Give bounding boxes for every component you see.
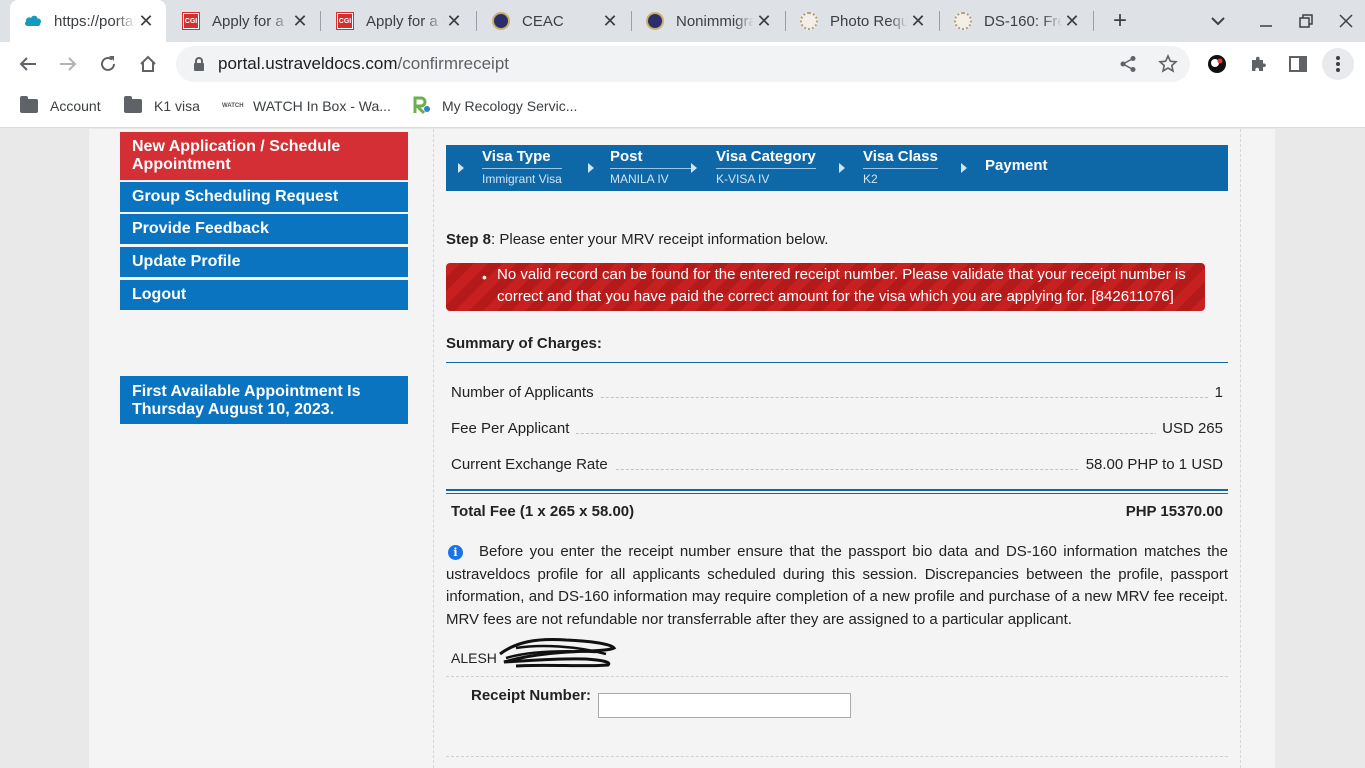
restore-icon[interactable]	[1292, 7, 1320, 35]
step-arrow-icon	[458, 163, 464, 173]
tab-apply-1[interactable]: CGI Apply for a U.S. Visa ✕	[170, 0, 320, 42]
back-icon[interactable]	[14, 50, 42, 78]
bookmark-star-icon[interactable]	[1154, 50, 1182, 78]
tab-separator	[476, 11, 477, 31]
sidebar: New Application / Schedule Appointment G…	[120, 132, 408, 426]
reload-icon[interactable]	[94, 50, 122, 78]
close-tab-icon[interactable]: ✕	[754, 11, 774, 31]
home-icon[interactable]	[134, 50, 162, 78]
section-divider	[446, 756, 1228, 757]
applicant-name: ALESH	[451, 650, 497, 666]
bookmark-k1-visa[interactable]: K1 visa	[124, 96, 200, 116]
lock-icon	[194, 57, 204, 71]
tab-separator	[631, 11, 632, 31]
bookmark-watch-inbox[interactable]: WATCH WATCH In Box - Wa...	[222, 96, 391, 116]
folder-icon	[124, 96, 142, 113]
info-notice: Before you enter the receipt number ensu…	[446, 543, 1228, 628]
tab-ceac[interactable]: CEAC ✕	[480, 0, 630, 42]
summary-divider	[446, 362, 1228, 363]
close-tab-icon[interactable]: ✕	[1062, 11, 1082, 31]
tab-photo[interactable]: Photo Requirements ✕	[788, 0, 938, 42]
state-seal-icon	[646, 12, 664, 30]
menu-kebab-icon[interactable]	[1322, 48, 1354, 80]
close-tab-icon[interactable]: ✕	[444, 11, 464, 31]
minimize-icon[interactable]	[1252, 7, 1280, 35]
summary-row-applicants: Number of Applicants 1	[451, 384, 1223, 401]
photo-icon	[800, 12, 818, 30]
summary-row-exchange: Current Exchange Rate 58.00 PHP to 1 USD	[451, 456, 1223, 473]
sidebar-item-group-scheduling[interactable]: Group Scheduling Request	[120, 182, 408, 212]
bookmarks-bar: Account K1 visa WATCH WATCH In Box - Wa.…	[0, 86, 1365, 128]
forward-icon[interactable]	[54, 50, 82, 78]
receipt-number-label: Receipt Number:	[471, 687, 592, 704]
main-content	[433, 129, 1241, 768]
watch-icon: WATCH	[222, 103, 244, 109]
folder-icon	[20, 96, 38, 113]
bookmark-recology[interactable]: My Recology Servic...	[412, 96, 577, 116]
share-icon[interactable]	[1114, 50, 1142, 78]
extensions-icon[interactable]	[1244, 50, 1272, 78]
tab-strip: https://portal.ustraveldocs.com ✕ CGI Ap…	[0, 0, 1365, 42]
cgi-icon: CGI	[182, 12, 200, 30]
tab-portal[interactable]: https://portal.ustraveldocs.com ✕	[10, 0, 166, 42]
appointment-notice: First Available Appointment Is Thursday …	[120, 376, 408, 424]
close-tab-icon[interactable]: ✕	[136, 11, 156, 31]
tab-nonimmigrant[interactable]: Nonimmigrant Visa ✕	[634, 0, 784, 42]
step-arrow-icon	[839, 163, 845, 173]
step-instruction: Step 8: Please enter your MRV receipt in…	[446, 231, 829, 248]
address-bar[interactable]: portal.ustraveldocs.com/confirmreceipt	[176, 46, 1190, 82]
error-alert: • No valid record can be found for the e…	[446, 263, 1205, 311]
total-divider	[446, 493, 1228, 494]
url-text: portal.ustraveldocs.com/confirmreceipt	[218, 54, 510, 73]
sidebar-item-new-application[interactable]: New Application / Schedule Appointment	[120, 132, 408, 180]
recology-icon	[412, 95, 432, 118]
tab-separator	[785, 11, 786, 31]
profile-avatar-icon[interactable]	[1203, 50, 1231, 78]
bullet-icon: •	[482, 269, 487, 285]
step-arrow-icon	[588, 163, 594, 173]
step-arrow-icon	[691, 163, 697, 173]
error-message: No valid record can be found for the ent…	[497, 266, 1186, 305]
tab-separator	[1093, 11, 1094, 31]
visa-steps-bar: Visa Type Immigrant Visa Post MANILA IV …	[446, 145, 1228, 191]
redaction-scribble	[499, 638, 617, 668]
summary-row-fee: Fee Per Applicant USD 265	[451, 420, 1223, 437]
receipt-number-input[interactable]	[598, 693, 851, 718]
bookmark-account[interactable]: Account	[20, 96, 101, 116]
close-tab-icon[interactable]: ✕	[600, 11, 620, 31]
step-arrow-icon	[961, 163, 967, 173]
summary-title: Summary of Charges:	[446, 335, 602, 352]
side-panel-icon[interactable]	[1284, 50, 1312, 78]
salesforce-cloud-icon	[24, 12, 42, 30]
sidebar-item-feedback[interactable]: Provide Feedback	[120, 214, 408, 244]
tab-separator	[939, 11, 940, 31]
photo-icon	[954, 12, 972, 30]
tab-apply-2[interactable]: CGI Apply for a U.S. Visa ✕	[324, 0, 474, 42]
cgi-icon: CGI	[336, 12, 354, 30]
browser-toolbar: portal.ustraveldocs.com/confirmreceipt	[0, 42, 1365, 86]
new-tab-icon[interactable]: +	[1106, 7, 1134, 35]
close-window-icon[interactable]	[1332, 7, 1360, 35]
close-tab-icon[interactable]: ✕	[290, 11, 310, 31]
sidebar-item-update-profile[interactable]: Update Profile	[120, 247, 408, 277]
tab-search-icon[interactable]	[1204, 7, 1232, 35]
section-divider	[446, 676, 1228, 677]
sidebar-item-logout[interactable]: Logout	[120, 280, 408, 310]
close-tab-icon[interactable]: ✕	[908, 11, 928, 31]
tab-ds160[interactable]: DS-160: Frequently ✕	[942, 0, 1092, 42]
state-seal-icon	[492, 12, 510, 30]
total-divider	[446, 489, 1228, 491]
tab-separator	[320, 11, 321, 31]
